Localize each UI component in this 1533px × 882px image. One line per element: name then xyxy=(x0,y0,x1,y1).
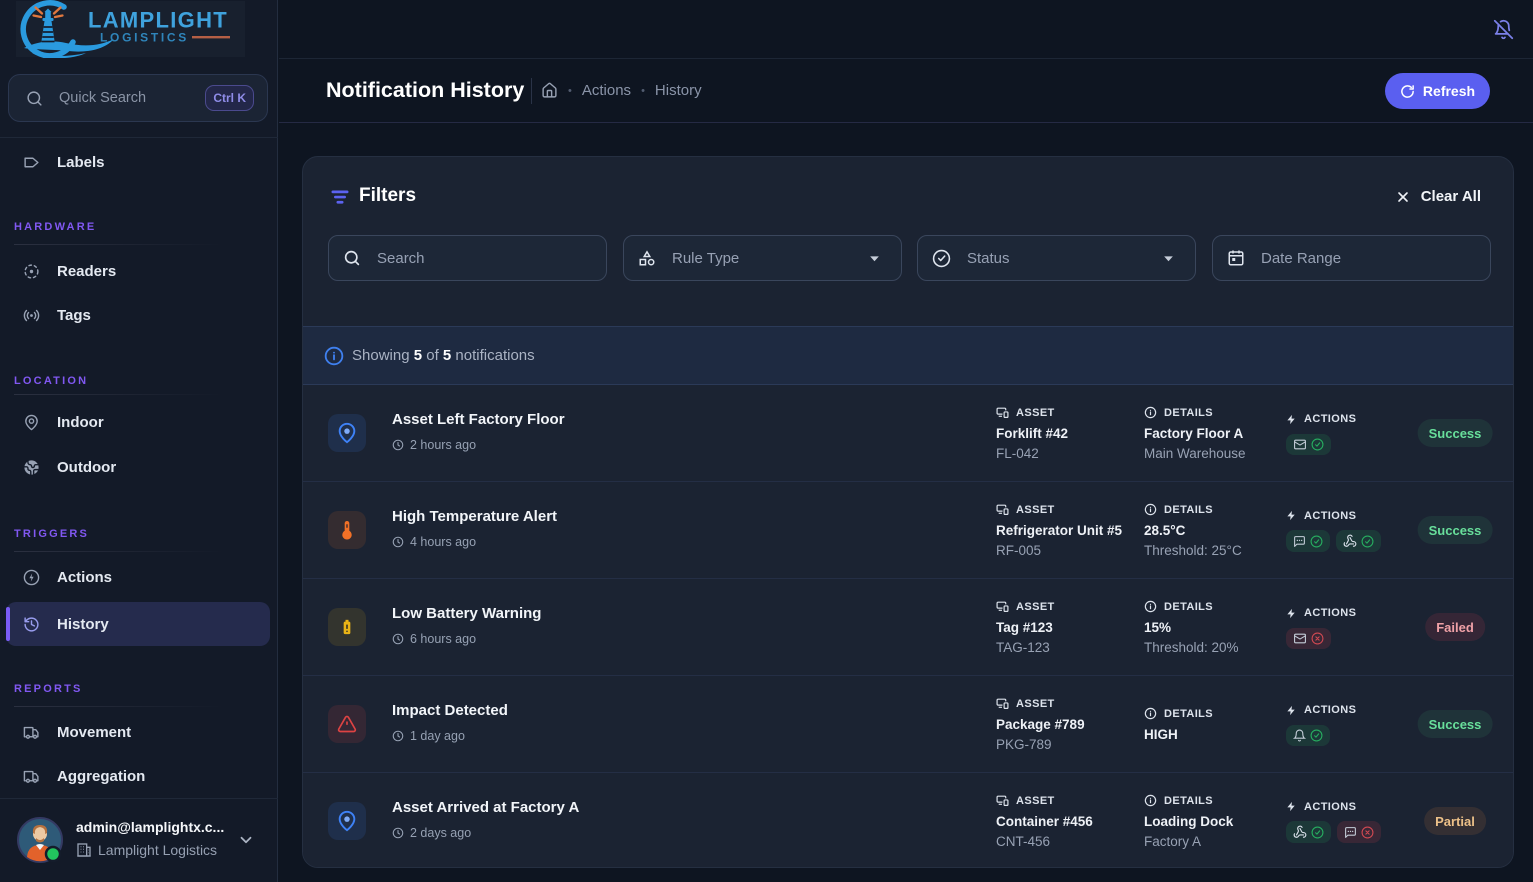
svg-text:LOGISTICS: LOGISTICS xyxy=(100,31,189,45)
svg-text:LAMPLIGHT: LAMPLIGHT xyxy=(88,8,228,33)
